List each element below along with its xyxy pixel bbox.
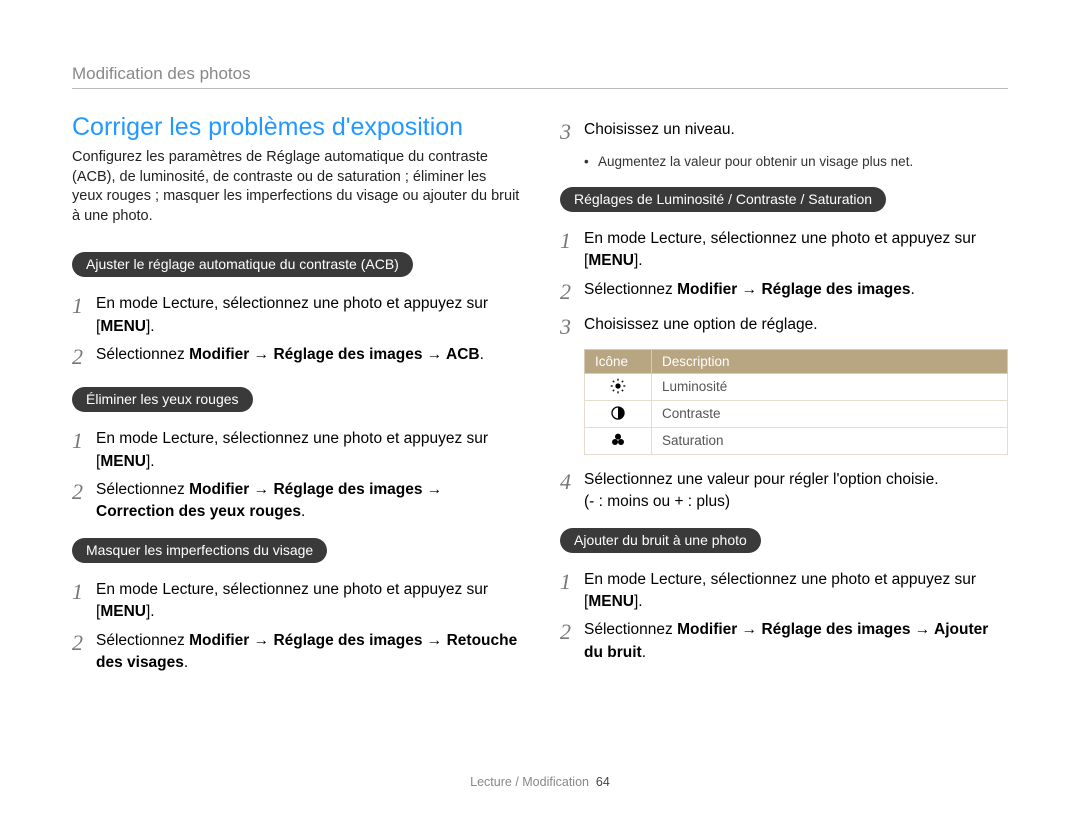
- step-row: 1 En mode Lecture, sélectionnez une phot…: [72, 579, 520, 624]
- text: Sélectionnez: [96, 481, 189, 498]
- text: Sélectionnez une valeur pour régler l'op…: [584, 471, 939, 488]
- text: Sélectionnez: [96, 632, 189, 649]
- step-row: 3 Choisissez un niveau.: [560, 119, 1008, 148]
- page-footer: Lecture / Modification 64: [0, 775, 1080, 789]
- saturation-icon: [585, 427, 652, 454]
- table-row: Saturation: [585, 427, 1008, 454]
- subheading-noise: Ajouter du bruit à une photo: [560, 528, 761, 553]
- step-number: 1: [72, 290, 96, 322]
- table-row: Luminosité: [585, 373, 1008, 400]
- step-number: 1: [560, 566, 584, 598]
- step-number: 2: [72, 476, 96, 508]
- text: .: [911, 281, 915, 298]
- intro-paragraph: Configurez les paramètres de Réglage aut…: [72, 148, 520, 226]
- text: En mode Lecture, sélectionnez une photo …: [96, 430, 488, 469]
- text: Sélectionnez: [96, 346, 189, 363]
- step-number: 4: [560, 466, 584, 498]
- menu-key: MENU: [100, 603, 146, 620]
- subheading-redeye: Éliminer les yeux rouges: [72, 387, 253, 412]
- contrast-icon: [585, 400, 652, 427]
- text: ].: [634, 593, 643, 610]
- table-cell: Contraste: [652, 400, 1008, 427]
- step-row: 2 Sélectionnez Modifier → Réglage des im…: [560, 279, 1008, 308]
- step-text: En mode Lecture, sélectionnez une photo …: [96, 428, 520, 473]
- text: ].: [146, 318, 155, 335]
- bullet-dot-icon: •: [584, 154, 598, 169]
- step-number: 2: [72, 627, 96, 659]
- step-row: 2 Sélectionnez Modifier → Réglage des im…: [72, 630, 520, 675]
- col-description: Description: [652, 349, 1008, 373]
- menu-key: MENU: [588, 593, 634, 610]
- step-text: Sélectionnez Modifier → Réglage des imag…: [584, 619, 1008, 664]
- step-number: 1: [560, 225, 584, 257]
- step-text: En mode Lecture, sélectionnez une photo …: [96, 579, 520, 624]
- section-title: Corriger les problèmes d'exposition: [72, 113, 520, 142]
- table-header-row: Icône Description: [585, 349, 1008, 373]
- icon-description-table: Icône Description Luminosité Contraste: [584, 349, 1008, 455]
- menu-key: MENU: [588, 252, 634, 269]
- step-text: En mode Lecture, sélectionnez une photo …: [96, 293, 520, 338]
- step-number: 2: [560, 276, 584, 308]
- step-number: 2: [72, 341, 96, 373]
- step-row: 1 En mode Lecture, sélectionnez une phot…: [72, 428, 520, 473]
- path: Modifier → Réglage des images → ACB: [189, 346, 480, 363]
- step-row: 4 Sélectionnez une valeur pour régler l'…: [560, 469, 1008, 514]
- text: ].: [146, 453, 155, 470]
- left-column: Corriger les problèmes d'exposition Conf…: [72, 113, 520, 681]
- step-number: 1: [72, 425, 96, 457]
- step-text: Sélectionnez Modifier → Réglage des imag…: [96, 344, 520, 366]
- text: .: [642, 644, 646, 661]
- subheading-bcs: Réglages de Luminosité / Contraste / Sat…: [560, 187, 886, 212]
- step-text: En mode Lecture, sélectionnez une photo …: [584, 569, 1008, 614]
- menu-key: MENU: [100, 453, 146, 470]
- table-row: Contraste: [585, 400, 1008, 427]
- step-row: 1 En mode Lecture, sélectionnez une phot…: [72, 293, 520, 338]
- step-row: 3 Choisissez une option de réglage.: [560, 314, 1008, 343]
- text: ].: [146, 603, 155, 620]
- page-header: Modification des photos: [72, 64, 1008, 89]
- bullet-row: • Augmentez la valeur pour obtenir un vi…: [584, 154, 1008, 169]
- step-text: Sélectionnez Modifier → Réglage des imag…: [584, 279, 1008, 301]
- page-number: 64: [596, 775, 610, 789]
- step-number: 3: [560, 116, 584, 148]
- step-text: Choisissez un niveau.: [584, 119, 1008, 141]
- step-number: 3: [560, 311, 584, 343]
- text: .: [301, 503, 305, 520]
- menu-key: MENU: [100, 318, 146, 335]
- step-row: 2 Sélectionnez Modifier → Réglage des im…: [560, 619, 1008, 664]
- text: En mode Lecture, sélectionnez une photo …: [96, 581, 488, 620]
- right-column: 3 Choisissez un niveau. • Augmentez la v…: [560, 113, 1008, 681]
- step-row: 2 Sélectionnez Modifier → Réglage des im…: [72, 479, 520, 524]
- text: ].: [634, 252, 643, 269]
- step-number: 1: [72, 576, 96, 608]
- text: .: [480, 346, 484, 363]
- subheading-acb: Ajuster le réglage automatique du contra…: [72, 252, 413, 277]
- step-row: 1 En mode Lecture, sélectionnez une phot…: [560, 569, 1008, 614]
- step-row: 2 Sélectionnez Modifier → Réglage des im…: [72, 344, 520, 373]
- table-cell: Luminosité: [652, 373, 1008, 400]
- text: .: [184, 654, 188, 671]
- step-text: En mode Lecture, sélectionnez une photo …: [584, 228, 1008, 273]
- footer-section: Lecture / Modification: [470, 775, 589, 789]
- step-text: Choisissez une option de réglage.: [584, 314, 1008, 336]
- text: En mode Lecture, sélectionnez une photo …: [584, 571, 976, 610]
- step-text: Sélectionnez une valeur pour régler l'op…: [584, 469, 1008, 514]
- step-row: 1 En mode Lecture, sélectionnez une phot…: [560, 228, 1008, 273]
- bullet-text: Augmentez la valeur pour obtenir un visa…: [598, 154, 913, 169]
- page: Modification des photos Corriger les pro…: [0, 0, 1080, 815]
- path: Modifier → Réglage des images: [677, 281, 910, 298]
- text: Sélectionnez: [584, 281, 677, 298]
- table-cell: Saturation: [652, 427, 1008, 454]
- text: En mode Lecture, sélectionnez une photo …: [584, 230, 976, 269]
- step-text: Sélectionnez Modifier → Réglage des imag…: [96, 479, 520, 524]
- subheading-face: Masquer les imperfections du visage: [72, 538, 327, 563]
- step-number: 2: [560, 616, 584, 648]
- text: (- : moins ou + : plus): [584, 493, 730, 510]
- brightness-icon: [585, 373, 652, 400]
- two-column-layout: Corriger les problèmes d'exposition Conf…: [72, 113, 1008, 681]
- col-icon: Icône: [585, 349, 652, 373]
- text: Sélectionnez: [584, 621, 677, 638]
- text: En mode Lecture, sélectionnez une photo …: [96, 295, 488, 334]
- step-text: Sélectionnez Modifier → Réglage des imag…: [96, 630, 520, 675]
